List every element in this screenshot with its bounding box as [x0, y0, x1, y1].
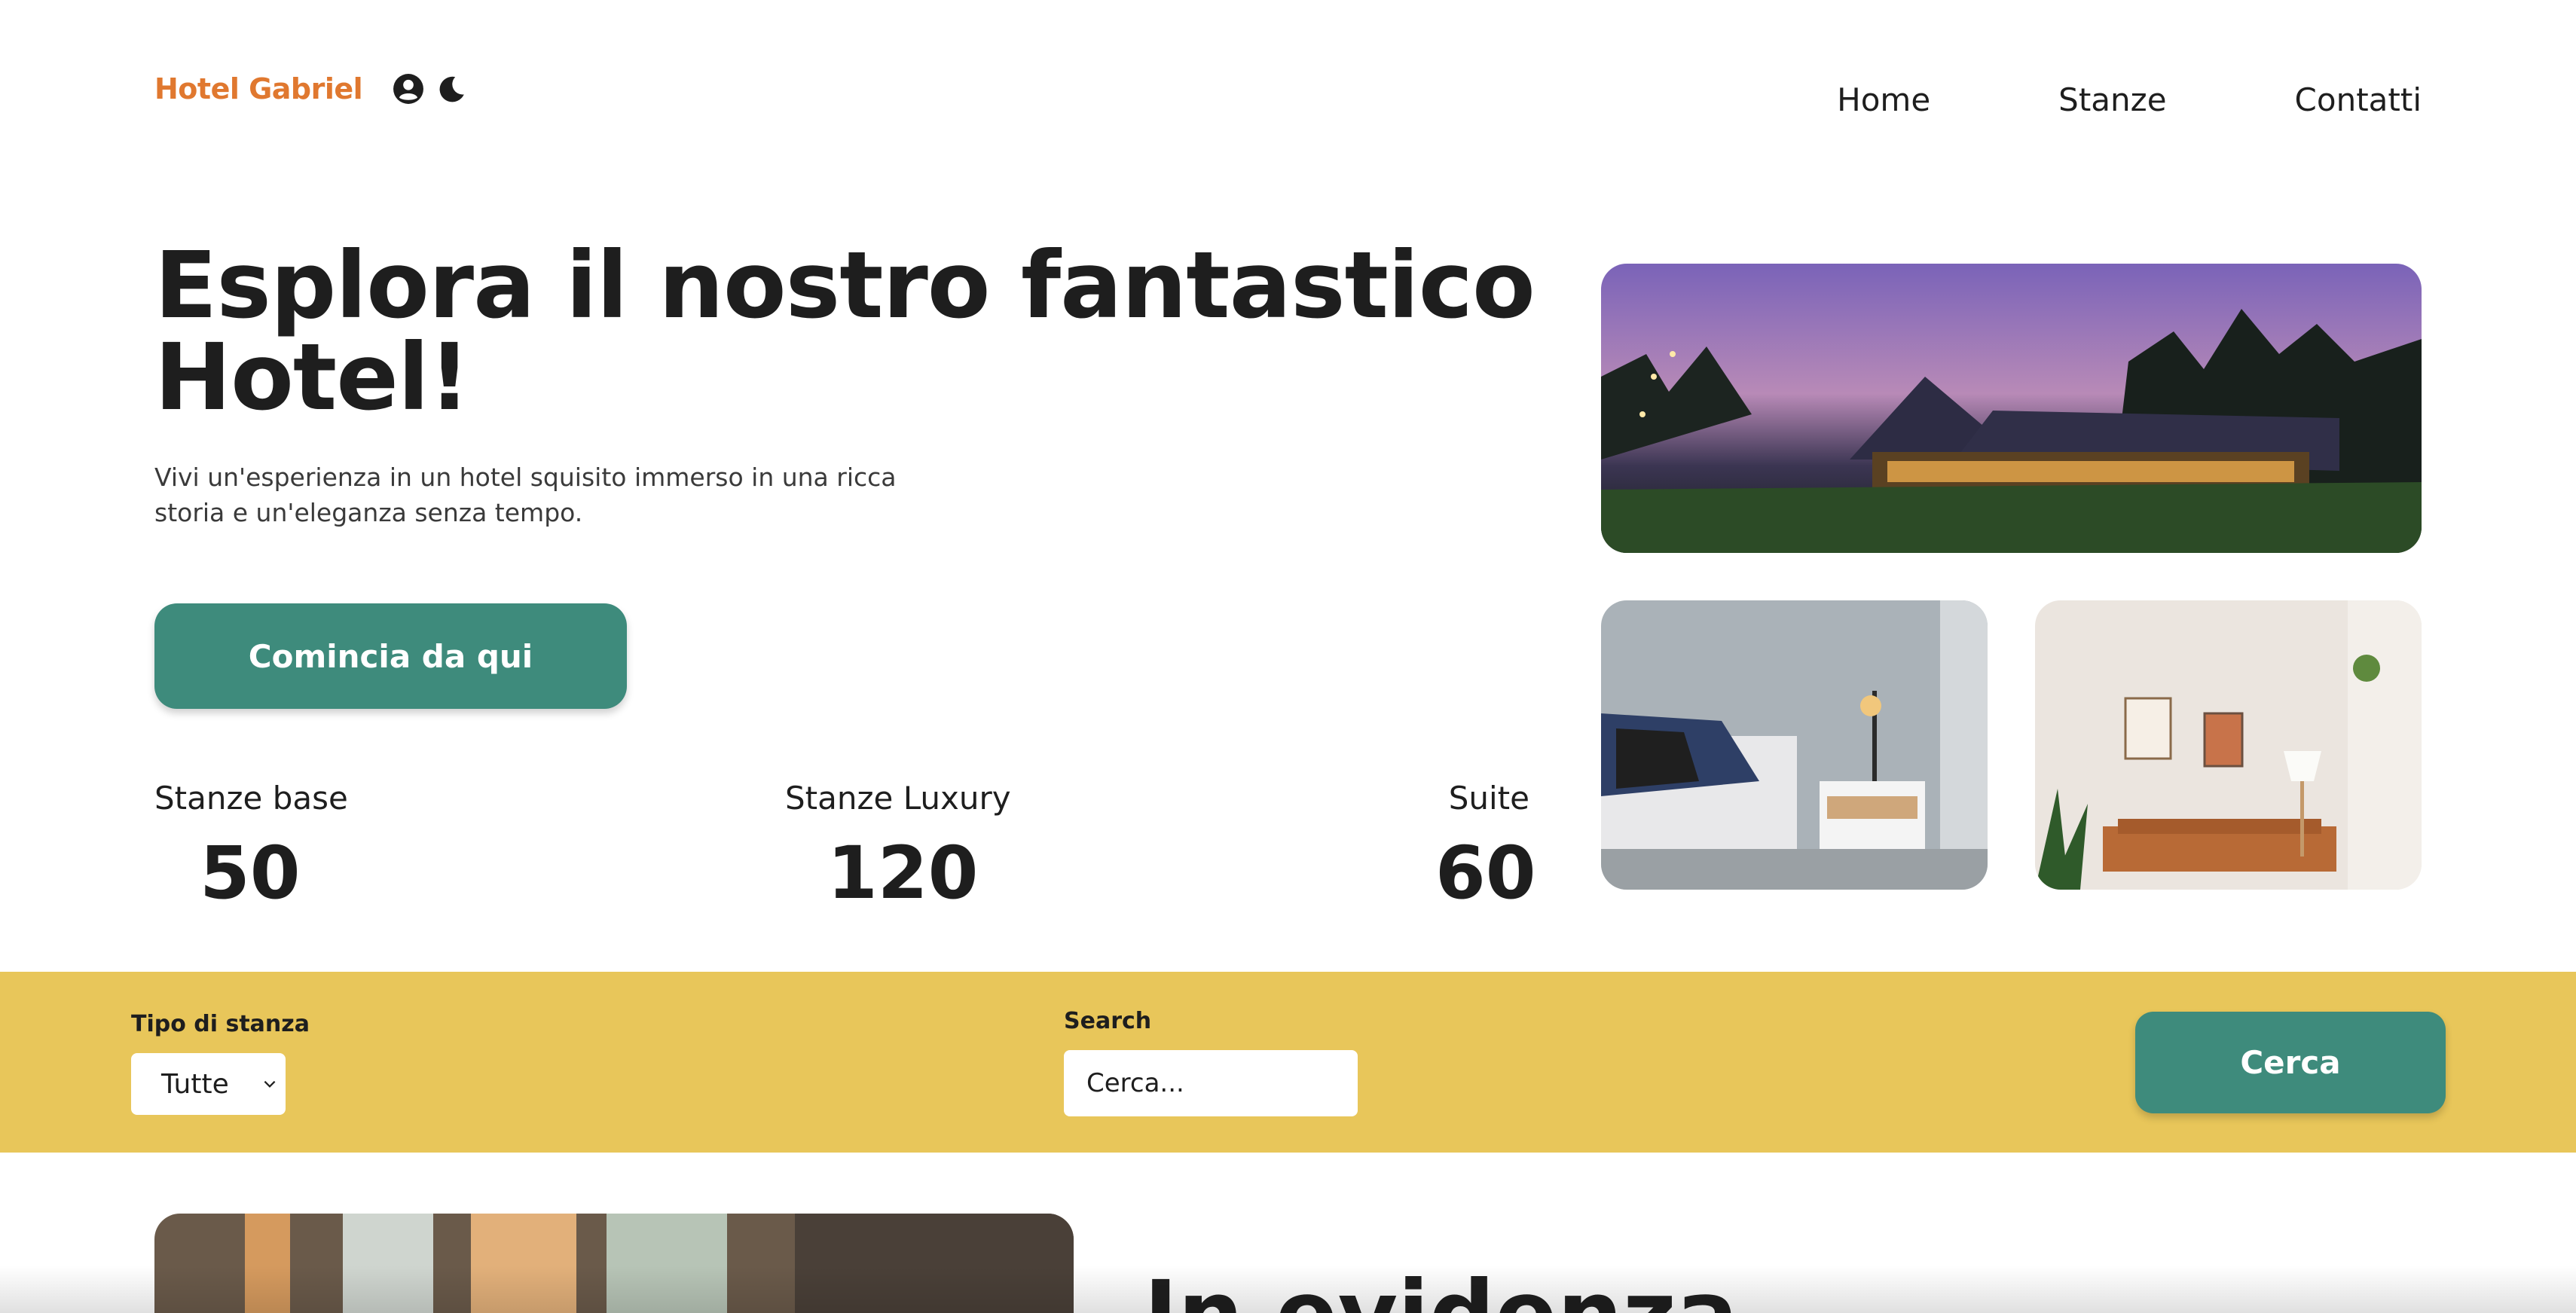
stat-suites: Suite 60 — [1435, 776, 1536, 915]
stat-value: 60 — [1435, 831, 1536, 915]
stat-basic-rooms: Stanze base 50 — [154, 776, 348, 915]
room-type-value: Tutte — [161, 1068, 229, 1100]
nav-home[interactable]: Home — [1837, 79, 1930, 121]
stat-value: 50 — [200, 831, 301, 915]
search-button[interactable]: Cerca — [2135, 1012, 2446, 1113]
chevron-down-icon — [264, 1080, 276, 1088]
room-type-label: Tipo di stanza — [131, 1011, 310, 1037]
nav-contatti[interactable]: Contatti — [2295, 79, 2422, 121]
brand: Hotel Gabriel — [154, 68, 468, 110]
moon-icon[interactable] — [436, 73, 468, 105]
hero-subtitle: Vivi un'esperienza in un hotel squisito … — [154, 463, 897, 527]
user-circle-icon[interactable] — [393, 73, 424, 105]
stat-label: Stanze Luxury — [785, 780, 1011, 817]
main-nav: Home Stanze Contatti — [1837, 79, 2422, 121]
start-button[interactable]: Comincia da qui — [154, 603, 627, 709]
site-header: Hotel Gabriel Home Stanze Contatti — [0, 0, 2576, 196]
bedroom-image — [1601, 600, 1988, 890]
featured-room-image — [154, 1214, 1074, 1313]
nav-stanze[interactable]: Stanze — [2058, 79, 2166, 121]
room-type-select[interactable]: Tutte — [131, 1053, 286, 1115]
featured-title: In evidenza — [1144, 1266, 1738, 1313]
stat-label: Stanze base — [154, 780, 348, 817]
search-label: Search — [1064, 1008, 1152, 1034]
hero-title: Esplora il nostro fantastico Hotel! — [154, 232, 1536, 431]
brand-name[interactable]: Hotel Gabriel — [154, 68, 363, 110]
stat-label: Suite — [1448, 780, 1529, 817]
hotel-exterior-image — [1601, 264, 2422, 553]
stat-luxury-rooms: Stanze Luxury 120 — [785, 776, 1011, 915]
stat-value: 120 — [827, 831, 979, 915]
living-room-image — [2035, 600, 2422, 890]
search-input[interactable] — [1064, 1050, 1358, 1116]
header-icons — [393, 73, 468, 105]
